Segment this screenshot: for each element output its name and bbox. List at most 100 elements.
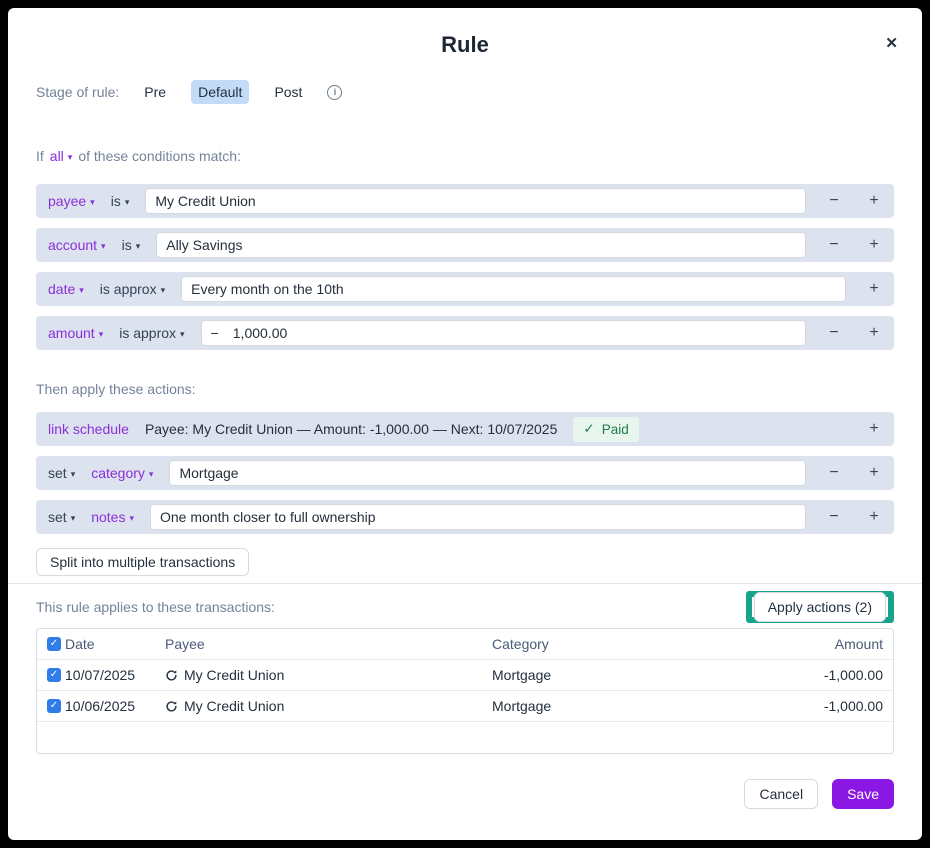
add-condition-button[interactable]: + — [862, 280, 886, 298]
tx-date: 10/06/2025 — [65, 698, 165, 714]
transactions-section-label: This rule applies to these transactions: — [36, 599, 275, 615]
tx-payee: My Credit Union — [165, 698, 492, 714]
action-field-link-schedule[interactable]: link schedule — [48, 421, 129, 437]
condition-field-dropdown[interactable]: amount▾ — [48, 325, 103, 341]
chevron-down-icon: ▾ — [101, 241, 106, 251]
tx-category: Mortgage — [492, 667, 773, 683]
action-value-input[interactable]: One month closer to full ownership — [150, 504, 806, 530]
condition-value-input[interactable]: Every month on the 10th — [181, 276, 846, 302]
stage-option-post[interactable]: Post — [267, 80, 309, 104]
column-header-amount: Amount — [773, 636, 883, 652]
chevron-down-icon: ▾ — [99, 329, 104, 339]
action-field-dropdown[interactable]: notes▾ — [91, 509, 134, 525]
save-button[interactable]: Save — [832, 779, 894, 809]
column-header-date: Date — [65, 636, 165, 652]
condition-op-dropdown[interactable]: is▾ — [111, 193, 130, 209]
remove-condition-button[interactable]: − — [822, 324, 846, 342]
conditions-intro-suffix: of these conditions match: — [78, 148, 241, 164]
tx-date: 10/07/2025 — [65, 667, 165, 683]
apply-actions-button[interactable]: Apply actions (2) — [754, 592, 886, 622]
add-condition-button[interactable]: + — [862, 236, 886, 254]
chevron-down-icon: ▾ — [161, 285, 166, 295]
action-value-input[interactable]: Mortgage — [169, 460, 806, 486]
close-icon[interactable]: ✕ — [885, 36, 898, 51]
column-header-category: Category — [492, 636, 773, 652]
add-action-button[interactable]: + — [862, 508, 886, 526]
chevron-down-icon: ▾ — [68, 152, 73, 162]
stage-label: Stage of rule: — [36, 84, 119, 100]
condition-value-input[interactable]: Ally Savings — [156, 232, 806, 258]
recurring-icon — [165, 669, 178, 682]
condition-value-input[interactable]: −1,000.00 — [201, 320, 806, 346]
chevron-down-icon: ▾ — [136, 241, 141, 251]
stage-option-default[interactable]: Default — [191, 80, 249, 104]
stage-option-pre[interactable]: Pre — [137, 80, 173, 104]
action-field-dropdown[interactable]: category▾ — [91, 465, 153, 481]
remove-condition-button[interactable]: − — [822, 236, 846, 254]
table-row: ✓ 10/06/2025 My Credit Union Mortgage -1… — [37, 690, 893, 721]
info-icon: i — [327, 85, 342, 100]
condition-op-dropdown[interactable]: is▾ — [122, 237, 141, 253]
conditions-intro-prefix: If — [36, 148, 44, 164]
row-checkbox[interactable]: ✓ — [47, 699, 61, 713]
dialog-header: Rule ✕ — [36, 8, 894, 58]
section-divider — [8, 583, 922, 584]
tx-amount: -1,000.00 — [773, 667, 883, 683]
column-header-payee: Payee — [165, 636, 492, 652]
chevron-down-icon: ▾ — [71, 513, 76, 523]
condition-row-amount: amount▾ is approx▾ −1,000.00 − + — [36, 316, 894, 350]
tx-amount: -1,000.00 — [773, 698, 883, 714]
condition-op-dropdown[interactable]: is approx▾ — [100, 281, 165, 297]
condition-field-dropdown[interactable]: account▾ — [48, 237, 106, 253]
transactions-table: ✓ Date Payee Category Amount ✓ 10/07/202… — [36, 628, 894, 754]
row-checkbox[interactable]: ✓ — [47, 668, 61, 682]
schedule-description: Payee: My Credit Union — Amount: -1,000.… — [145, 421, 557, 437]
dialog-footer: Cancel Save — [36, 779, 894, 809]
amount-sign-toggle[interactable]: − — [211, 325, 219, 341]
chevron-down-icon: ▾ — [149, 469, 154, 479]
add-action-button[interactable]: + — [862, 420, 886, 438]
action-row-set-category: set▾ category▾ Mortgage − + — [36, 456, 894, 490]
action-row-link-schedule: link schedule Payee: My Credit Union — A… — [36, 412, 894, 446]
table-header-row: ✓ Date Payee Category Amount — [37, 629, 893, 659]
remove-condition-button[interactable]: − — [822, 192, 846, 210]
condition-row-date: date▾ is approx▾ Every month on the 10th… — [36, 272, 894, 306]
tx-payee: My Credit Union — [165, 667, 492, 683]
add-condition-button[interactable]: + — [862, 324, 886, 342]
check-icon: ✓ — [583, 421, 594, 437]
actions-section-label: Then apply these actions: — [36, 381, 894, 397]
page-title: Rule — [36, 32, 894, 58]
condition-value-input[interactable]: My Credit Union — [145, 188, 806, 214]
action-verb-dropdown[interactable]: set▾ — [48, 465, 75, 481]
paid-status-badge: ✓Paid — [573, 417, 638, 442]
cancel-button[interactable]: Cancel — [744, 779, 818, 809]
chevron-down-icon: ▾ — [79, 285, 84, 295]
chevron-down-icon: ▾ — [180, 329, 185, 339]
remove-action-button[interactable]: − — [822, 508, 846, 526]
table-empty-row — [37, 721, 893, 753]
rule-dialog: Rule ✕ Stage of rule: Pre Default Post i… — [8, 8, 922, 840]
split-transactions-button[interactable]: Split into multiple transactions — [36, 548, 249, 576]
tx-category: Mortgage — [492, 698, 773, 714]
select-all-checkbox[interactable]: ✓ — [47, 637, 61, 651]
apply-section: This rule applies to these transactions:… — [36, 591, 894, 623]
condition-row-account: account▾ is▾ Ally Savings − + — [36, 228, 894, 262]
action-row-set-notes: set▾ notes▾ One month closer to full own… — [36, 500, 894, 534]
recurring-icon — [165, 700, 178, 713]
condition-row-payee: payee▾ is▾ My Credit Union − + — [36, 184, 894, 218]
action-verb-dropdown[interactable]: set▾ — [48, 509, 75, 525]
add-action-button[interactable]: + — [862, 464, 886, 482]
match-operator-dropdown[interactable]: all▾ — [50, 148, 73, 164]
chevron-down-icon: ▾ — [71, 469, 76, 479]
stage-of-rule-row: Stage of rule: Pre Default Post i — [36, 80, 894, 104]
apply-actions-highlight: Apply actions (2) — [746, 591, 894, 623]
chevron-down-icon: ▾ — [125, 197, 130, 207]
conditions-intro: If all▾ of these conditions match: — [36, 148, 894, 164]
add-condition-button[interactable]: + — [862, 192, 886, 210]
chevron-down-icon: ▾ — [129, 513, 134, 523]
remove-action-button[interactable]: − — [822, 464, 846, 482]
condition-field-dropdown[interactable]: payee▾ — [48, 193, 95, 209]
condition-field-dropdown[interactable]: date▾ — [48, 281, 84, 297]
condition-op-dropdown[interactable]: is approx▾ — [119, 325, 184, 341]
chevron-down-icon: ▾ — [90, 197, 95, 207]
